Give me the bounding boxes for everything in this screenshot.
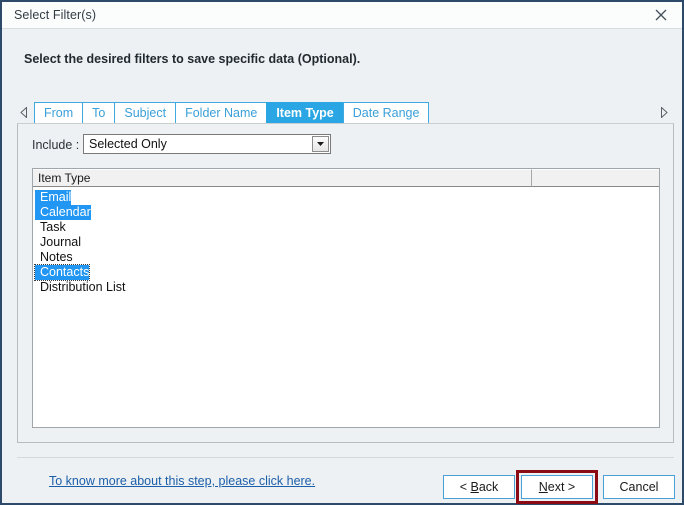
tab-date-range[interactable]: Date Range (343, 102, 430, 124)
include-label: Include : (32, 138, 79, 152)
chevron-down-icon[interactable] (312, 136, 329, 152)
tab-item-type[interactable]: Item Type (266, 102, 342, 124)
include-selected-value: Selected Only (89, 137, 167, 151)
list-item[interactable]: Distribution List (35, 280, 125, 295)
back-button-label: < Back (460, 480, 499, 494)
tab-folder-name[interactable]: Folder Name (175, 102, 266, 124)
cancel-button[interactable]: Cancel (603, 475, 675, 499)
select-filters-dialog: Select Filter(s) Select the desired filt… (0, 0, 684, 505)
listview-body: EmailCalendarTaskJournalNotesContacts Dis… (33, 188, 659, 293)
tab-to[interactable]: To (82, 102, 114, 124)
next-button-label: Next > (539, 480, 575, 494)
column-header-secondary[interactable] (532, 169, 659, 187)
listview-header: Item Type (33, 169, 659, 187)
include-select[interactable]: Selected Only (83, 134, 331, 154)
next-button[interactable]: Next > (521, 475, 593, 499)
close-icon[interactable] (640, 2, 682, 28)
list-row: Notes (33, 248, 659, 263)
title-bar: Select Filter(s) (2, 2, 682, 29)
window-title: Select Filter(s) (14, 8, 96, 22)
list-row: Journal (33, 233, 659, 248)
filter-tab-strip: FromToSubjectFolder NameItem TypeDate Ra… (17, 102, 674, 124)
footer-divider (17, 457, 674, 458)
chevron-left-icon[interactable] (17, 105, 30, 120)
list-row: Task (33, 218, 659, 233)
tab-list: FromToSubjectFolder NameItem TypeDate Ra… (34, 102, 429, 124)
column-header-item-type[interactable]: Item Type (33, 169, 532, 187)
page-instruction: Select the desired filters to save speci… (24, 52, 360, 66)
list-row: Distribution List (33, 278, 659, 293)
help-link[interactable]: To know more about this step, please cli… (49, 474, 315, 488)
list-row: Email (33, 188, 659, 203)
list-row: Calendar (33, 203, 659, 218)
item-type-listview[interactable]: Item Type EmailCalendarTaskJournalNotesC… (32, 168, 660, 428)
chevron-right-icon[interactable] (657, 105, 670, 120)
filter-content-panel: Include : Selected Only Item Type EmailC… (17, 123, 674, 443)
tab-subject[interactable]: Subject (114, 102, 175, 124)
back-button[interactable]: < Back (443, 475, 515, 499)
tab-from[interactable]: From (34, 102, 82, 124)
list-row: Contacts (33, 263, 659, 278)
